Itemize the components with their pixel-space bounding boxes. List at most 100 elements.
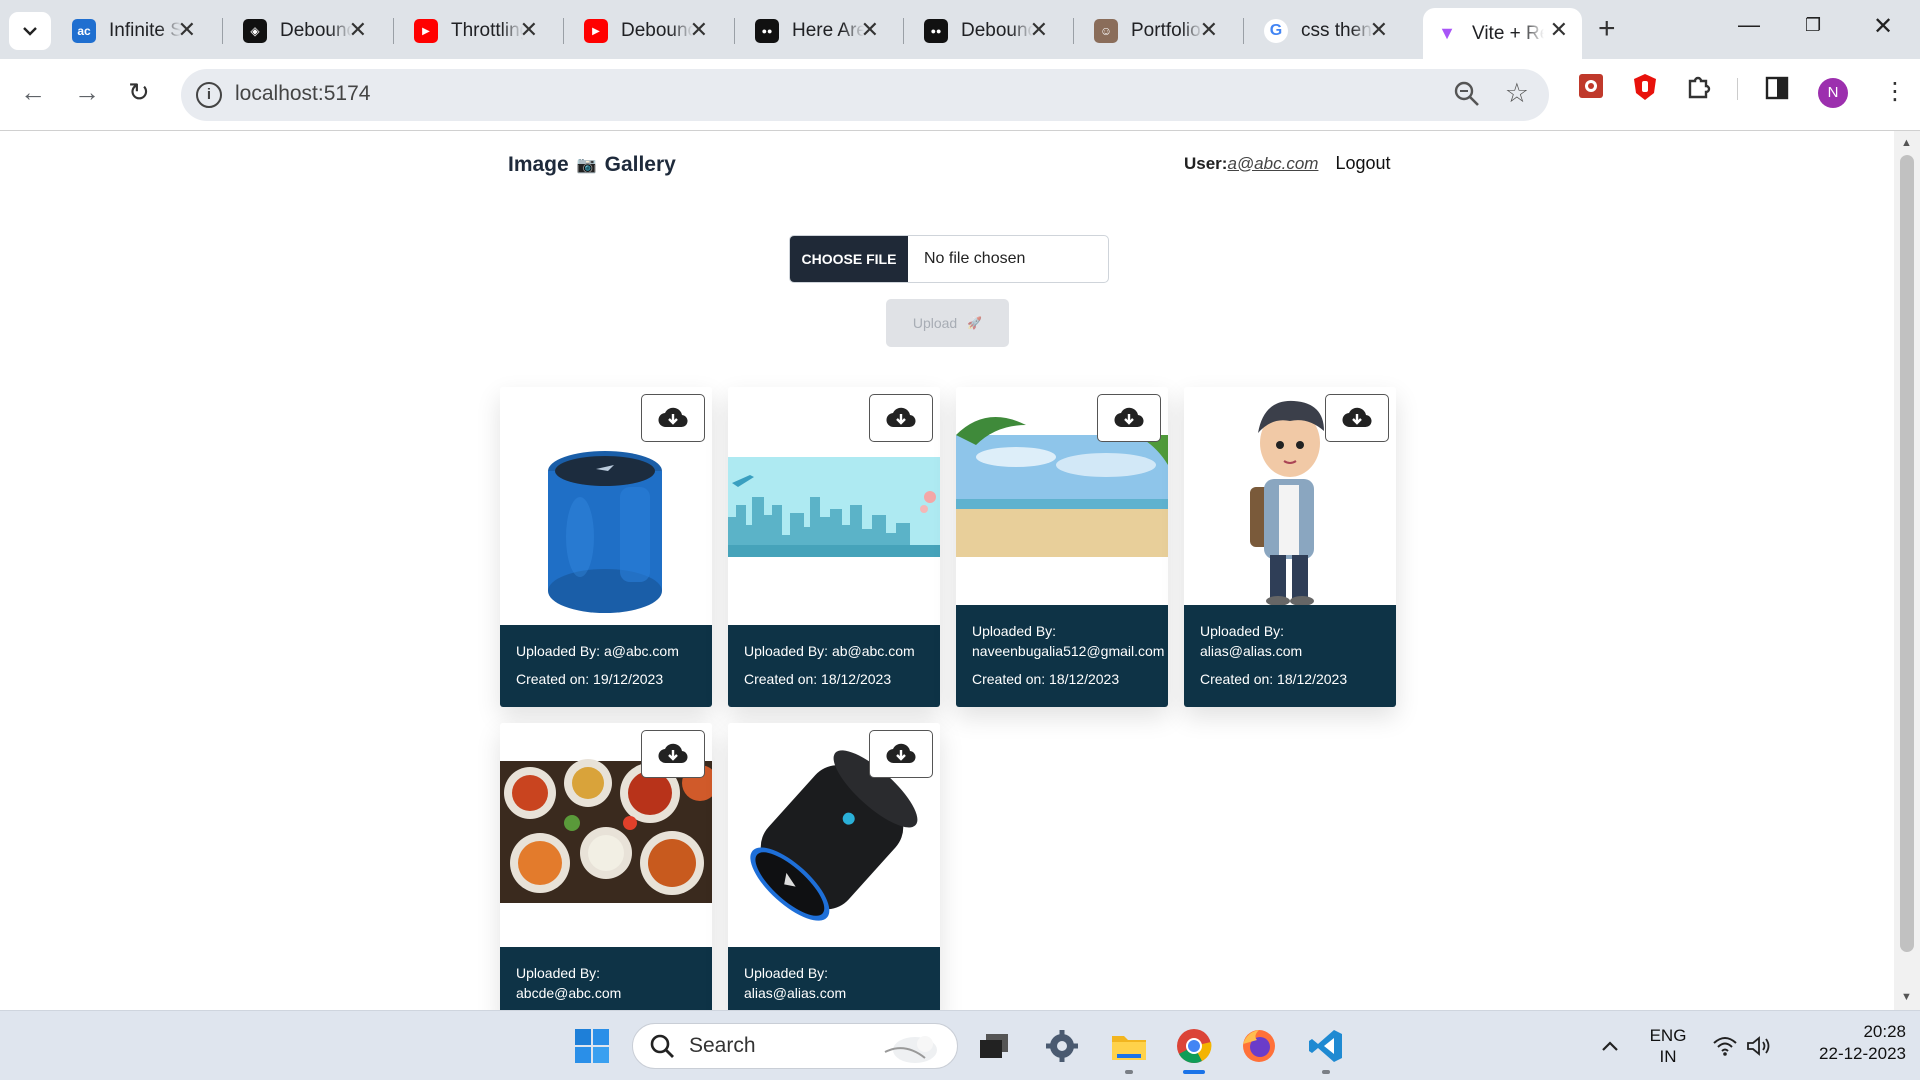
back-icon[interactable]: ← xyxy=(20,77,46,107)
created-on: Created on: 18/12/2023 xyxy=(744,671,892,687)
tab-title: Throttling xyxy=(451,20,523,41)
vscode-icon[interactable] xyxy=(1307,1027,1345,1065)
uploaded-by: Uploaded By: a@abc.com xyxy=(516,643,679,659)
upload-button[interactable]: Upload 🚀 xyxy=(886,299,1009,347)
close-icon[interactable]: ✕ xyxy=(1030,19,1048,41)
forward-icon[interactable]: → xyxy=(74,77,100,107)
firefox-icon[interactable] xyxy=(1240,1027,1278,1065)
restore-icon[interactable]: ❐ xyxy=(1805,15,1821,36)
scrollbar-thumb[interactable] xyxy=(1900,155,1914,952)
tab-favicon-icon: ◈ xyxy=(243,19,267,43)
download-button[interactable] xyxy=(641,730,705,778)
tab-throttling[interactable]: ▶ Throttling ✕ xyxy=(402,10,552,52)
tab-debouncing-1[interactable]: ◈ Debouncing ✕ xyxy=(231,10,381,52)
logout-button[interactable]: Logout xyxy=(1335,153,1390,174)
clock-date: 22-12-2023 xyxy=(1819,1044,1906,1063)
tab-separator xyxy=(1073,18,1074,44)
task-view-icon[interactable] xyxy=(975,1027,1013,1065)
tab-vite-react[interactable]: ▼ Vite + React ✕ xyxy=(1423,8,1582,59)
address-url[interactable]: localhost:5174 xyxy=(235,82,370,106)
user-label: User: xyxy=(1184,153,1228,173)
brand-text-image: Image xyxy=(508,153,569,176)
tab-title: Debouncing xyxy=(621,20,693,41)
tab-debouncing-3[interactable]: ●● Debouncing ✕ xyxy=(912,10,1062,52)
tab-search-button[interactable] xyxy=(9,12,51,50)
tab-strip: ac Infinite Scroll ✕ ◈ Debouncing ✕ ▶ Th… xyxy=(0,0,1920,59)
tab-separator xyxy=(393,18,394,44)
tab-portfolio[interactable]: ☺ Portfolio ✕ xyxy=(1082,10,1232,52)
zoom-icon[interactable] xyxy=(1453,80,1481,113)
active-app-indicator xyxy=(1183,1070,1205,1074)
download-button[interactable] xyxy=(1097,394,1161,442)
wifi-icon[interactable] xyxy=(1706,1027,1744,1065)
page-scrollbar[interactable]: ▲ ▼ xyxy=(1894,131,1920,1010)
site-info-icon[interactable]: i xyxy=(196,82,222,108)
card-meta: Uploaded By: alias@alias.com xyxy=(728,947,940,1010)
tab-infinite-scroll[interactable]: ac Infinite Scroll ✕ xyxy=(60,10,210,52)
language-indicator[interactable]: ENG IN xyxy=(1646,1025,1690,1067)
user-email-link[interactable]: a@abc.com xyxy=(1227,154,1318,174)
google-icon: G xyxy=(1264,19,1288,43)
download-button[interactable] xyxy=(641,394,705,442)
side-panel-icon[interactable] xyxy=(1765,76,1789,105)
close-icon[interactable]: ✕ xyxy=(178,19,196,41)
close-icon[interactable]: ✕ xyxy=(1200,19,1218,41)
file-status-text: No file chosen xyxy=(924,250,1026,267)
chrome-icon[interactable] xyxy=(1175,1027,1213,1065)
settings-gear-icon[interactable] xyxy=(1043,1027,1081,1065)
taskbar-search[interactable]: Search xyxy=(632,1023,958,1069)
tab-separator xyxy=(563,18,564,44)
choose-file-button[interactable]: CHOOSE FILE xyxy=(790,236,908,282)
cloud-download-icon xyxy=(658,407,688,428)
toolbar-divider xyxy=(1737,78,1738,100)
close-icon[interactable]: ✕ xyxy=(1550,19,1568,41)
close-icon[interactable]: ✕ xyxy=(861,19,879,41)
reload-icon[interactable]: ↻ xyxy=(128,77,150,107)
close-icon[interactable]: ✕ xyxy=(520,19,538,41)
youtube-icon: ▶ xyxy=(584,19,608,43)
clock[interactable]: 20:28 22-12-2023 xyxy=(1786,1021,1906,1065)
menu-kebab-icon[interactable]: ⋮ xyxy=(1883,77,1907,107)
tray-chevron-up-icon[interactable] xyxy=(1591,1027,1629,1065)
youtube-icon: ▶ xyxy=(414,19,438,43)
download-button[interactable] xyxy=(869,394,933,442)
tab-separator xyxy=(903,18,904,44)
close-icon[interactable]: ✕ xyxy=(349,19,367,41)
bookmark-star-icon[interactable]: ☆ xyxy=(1505,78,1529,109)
close-icon[interactable]: ✕ xyxy=(1370,19,1388,41)
gallery-card: Uploaded By: abcde@abc.com xyxy=(500,723,712,1010)
window-close-icon[interactable]: ✕ xyxy=(1873,12,1893,41)
tab-here-are[interactable]: ●● Here Are ✕ xyxy=(743,10,893,52)
cloud-download-icon xyxy=(886,407,916,428)
windows-start-icon[interactable] xyxy=(573,1027,611,1065)
uploaded-by: Uploaded By: xyxy=(744,965,829,981)
extension-red-icon[interactable] xyxy=(1578,73,1604,104)
adblock-icon[interactable] xyxy=(1632,73,1658,106)
user-info: User: a@abc.com Logout xyxy=(1184,153,1391,174)
vite-icon: ▼ xyxy=(1435,21,1459,46)
file-explorer-icon[interactable] xyxy=(1110,1027,1148,1065)
brand-text-gallery: Gallery xyxy=(604,153,676,176)
new-tab-button[interactable]: + xyxy=(1598,14,1616,44)
scroll-down-arrow-icon[interactable]: ▼ xyxy=(1901,991,1912,1003)
uploaded-by-email: alias@alias.com xyxy=(1200,643,1303,659)
tab-css-then[interactable]: G css then ✕ xyxy=(1252,10,1402,52)
volume-icon[interactable] xyxy=(1740,1027,1778,1065)
tab-debouncing-2[interactable]: ▶ Debouncing ✕ xyxy=(572,10,722,52)
minimize-icon[interactable]: — xyxy=(1738,12,1760,38)
profile-avatar[interactable]: N xyxy=(1818,78,1848,108)
download-button[interactable] xyxy=(1325,394,1389,442)
medium-icon: ●● xyxy=(924,19,948,43)
scroll-up-arrow-icon[interactable]: ▲ xyxy=(1901,137,1912,149)
uploaded-by: Uploaded By: ab@abc.com xyxy=(744,643,915,659)
card-meta: Uploaded By: alias@alias.com Created on:… xyxy=(1184,605,1396,707)
gallery-card: Uploaded By: a@abc.com Created on: 19/12… xyxy=(500,387,712,707)
extensions-puzzle-icon[interactable] xyxy=(1685,73,1713,106)
close-icon[interactable]: ✕ xyxy=(690,19,708,41)
upload-label: Upload xyxy=(912,315,958,331)
file-input[interactable]: CHOOSE FILE No file chosen xyxy=(789,235,1109,283)
tab-separator xyxy=(734,18,735,44)
address-bar[interactable]: i localhost:5174 ☆ xyxy=(181,69,1549,121)
page-viewport: Image 📷 Gallery User: a@abc.com Logout C… xyxy=(0,131,1894,1010)
download-button[interactable] xyxy=(869,730,933,778)
